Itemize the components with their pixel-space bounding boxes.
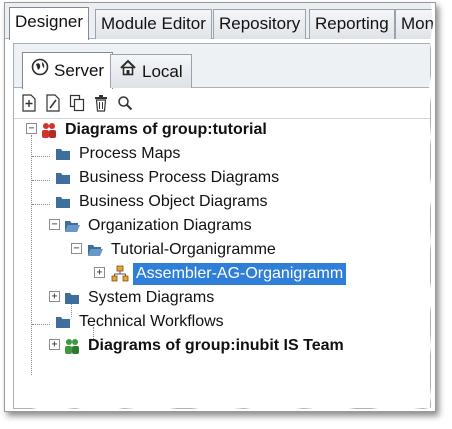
search-icon[interactable] [114,92,136,114]
tree-item-technical-workflows[interactable]: Technical Workflows [54,311,227,333]
folder-icon [54,169,72,187]
folder-icon [63,289,81,307]
tree-item-organization-diagrams[interactable]: Organization Diagrams [63,215,255,237]
tab-repository[interactable]: Repository [213,9,307,39]
tree-label: Tutorial-Organigramme [111,241,276,258]
tree-item-system-diagrams[interactable]: System Diagrams [63,287,217,309]
tree-item-tutorial-organigramme[interactable]: Tutorial-Organigramme [86,239,279,261]
group-icon [40,121,58,139]
tree-label: Process Maps [79,145,181,162]
folder-icon [54,193,72,211]
group-icon [63,337,81,355]
tree-connector [32,180,50,181]
tree-label: System Diagrams [88,289,215,306]
collapse-toggle[interactable]: − [71,243,82,254]
tree-connector [31,135,32,375]
tab-local-label: Local [142,61,183,81]
tree-label: Diagrams of group:inubit IS Team [88,337,344,354]
tree-label: Diagrams of group:tutorial [65,121,267,138]
expand-toggle[interactable]: + [49,339,60,350]
tree-connector [32,156,50,157]
main-tab-bar: Designer Module Editor Repository Report… [5,3,435,40]
sub-tab-bar: Server Local [14,44,430,89]
tree-item-business-object-diagrams[interactable]: Business Object Diagrams [54,191,271,213]
expand-toggle[interactable]: + [94,267,105,278]
delete-icon[interactable] [90,92,112,114]
tree-connector [32,324,50,325]
tree-item-process-maps[interactable]: Process Maps [54,143,183,165]
house-icon [119,56,137,88]
tree-root-tutorial[interactable]: Diagrams of group:tutorial [40,119,270,141]
tree-label: Technical Workflows [79,313,224,330]
copy-icon[interactable] [66,92,88,114]
globe-icon [31,55,49,87]
toolbar [18,92,136,114]
tab-server[interactable]: Server [22,52,114,89]
tab-reporting[interactable]: Reporting [309,9,395,39]
tab-designer[interactable]: Designer [9,7,90,40]
expand-toggle[interactable]: + [49,291,60,302]
org-chart-icon [111,265,129,283]
tree-item-assembler-ag-organigramm[interactable]: Assembler-AG-Organigramm [111,263,347,285]
tree-label: Assembler-AG-Organigramm [133,263,347,285]
tab-module-editor[interactable]: Module Editor [95,9,212,39]
tree-connector [32,204,50,205]
open-folder-icon [86,241,104,259]
screenshot-frame: Designer Module Editor Repository Report… [4,2,436,412]
tree-label: Organization Diagrams [88,217,252,234]
tree-label: Business Object Diagrams [79,193,268,210]
tab-local[interactable]: Local [110,54,192,88]
folder-icon [54,145,72,163]
edit-icon[interactable] [42,92,64,114]
designer-panel: Server Local − Diagrams of group:tutoria… [13,43,431,409]
tree-label: Business Process Diagrams [79,169,280,186]
new-diagram-icon[interactable] [18,92,40,114]
diagram-tree: − Diagrams of group:tutorial Process Map… [14,118,430,408]
collapse-toggle[interactable]: − [49,219,60,230]
collapse-toggle[interactable]: − [26,123,37,134]
tree-root-inubit-is-team[interactable]: Diagrams of group:inubit IS Team [63,335,347,357]
folder-icon [54,313,72,331]
torn-edge-bottom [5,405,435,411]
open-folder-icon [63,217,81,235]
tree-item-business-process-diagrams[interactable]: Business Process Diagrams [54,167,282,189]
tab-server-label: Server [54,61,105,80]
torn-edge-right [429,3,435,411]
